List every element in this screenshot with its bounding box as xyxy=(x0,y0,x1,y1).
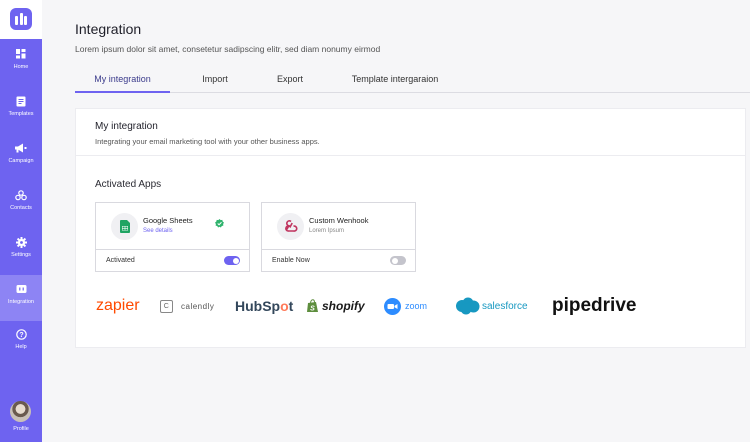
card-title: My integration xyxy=(95,121,158,132)
toggle-knob xyxy=(232,257,239,264)
app-card-custom-webhook: Custom Wenhook Lorem Ipsum Enable Now xyxy=(261,202,416,272)
sidebar-item-settings[interactable]: Settings xyxy=(0,228,42,274)
sidebar-item-help[interactable]: ? Help xyxy=(0,320,42,366)
calendly-wordmark: calendly xyxy=(181,301,215,311)
tab-my-integration[interactable]: My integration xyxy=(75,66,170,93)
logo-area xyxy=(0,0,42,39)
webhook-icon xyxy=(277,213,304,240)
shopify-bag-icon: S xyxy=(307,299,319,313)
profile-label: Profile xyxy=(13,426,29,432)
sidebar-item-label: Templates xyxy=(8,111,34,117)
card-header: My integration Integrating your email ma… xyxy=(76,109,745,156)
zoom-wordmark: zoom xyxy=(405,301,428,311)
pipedrive-logo[interactable]: pipedrive xyxy=(552,295,636,317)
app-card-google-sheets: Google Sheets See details Activated xyxy=(95,202,250,272)
megaphone-icon xyxy=(0,141,42,155)
tab-bar: My integration Import Export Template in… xyxy=(75,66,750,93)
sidebar: Home Templates Campaign Contacts Setting… xyxy=(0,0,42,442)
sidebar-item-contacts[interactable]: Contacts xyxy=(0,181,42,227)
see-details-link[interactable]: See details xyxy=(143,228,173,234)
sidebar-item-label: Contacts xyxy=(10,205,32,211)
card-description: Integrating your email marketing tool wi… xyxy=(95,137,320,146)
sidebar-item-label: Campaign xyxy=(8,158,34,164)
enable-now-label[interactable]: Enable Now xyxy=(272,257,310,264)
salesforce-logo[interactable]: salesforce xyxy=(454,295,528,317)
svg-text:?: ? xyxy=(19,332,23,339)
sidebar-item-label: Settings xyxy=(11,252,31,258)
app-name: Custom Wenhook xyxy=(309,216,369,225)
shopify-wordmark: shopify xyxy=(322,299,365,313)
salesforce-cloud-icon xyxy=(454,297,480,315)
activated-apps-heading: Activated Apps xyxy=(95,179,162,190)
app-status-label: Activated xyxy=(106,257,135,264)
salesforce-wordmark: salesforce xyxy=(482,300,528,312)
tab-import[interactable]: Import xyxy=(190,66,240,93)
avatar[interactable] xyxy=(10,401,31,422)
hubspot-sprocket: o xyxy=(280,298,289,314)
sidebar-item-label: Help xyxy=(15,344,27,350)
svg-text:S: S xyxy=(310,306,315,313)
app-name: Google Sheets xyxy=(143,216,193,225)
calendly-mark: C xyxy=(160,299,173,313)
app-card-body: Custom Wenhook Lorem Ipsum xyxy=(262,203,415,250)
page-title: Integration xyxy=(75,21,142,37)
hubspot-logo[interactable]: HubSp o t xyxy=(235,295,293,317)
gear-icon xyxy=(0,235,42,249)
tab-export[interactable]: Export xyxy=(265,66,315,93)
app-toggle-switch[interactable] xyxy=(390,256,406,265)
contacts-icon xyxy=(0,188,42,202)
pipedrive-wordmark: pipedrive xyxy=(552,295,637,316)
integration-icon xyxy=(0,282,42,296)
app-card-body: Google Sheets See details xyxy=(96,203,249,250)
hubspot-wordmark-end: t xyxy=(288,298,294,314)
app-logo[interactable] xyxy=(10,8,32,30)
sidebar-item-label: Integration xyxy=(8,299,34,305)
verified-badge-icon xyxy=(215,215,224,233)
grid-icon xyxy=(0,47,42,61)
calendly-logo[interactable]: C calendly xyxy=(160,295,214,317)
zapier-wordmark: zapier xyxy=(96,297,140,314)
hubspot-wordmark-part: HubSp xyxy=(235,298,281,314)
integration-card: My integration Integrating your email ma… xyxy=(75,108,746,348)
google-sheets-icon xyxy=(111,213,138,240)
app-subtitle: Lorem Ipsum xyxy=(309,228,345,234)
shopify-logo[interactable]: S shopify xyxy=(307,295,365,317)
help-icon: ? xyxy=(0,327,42,341)
document-icon xyxy=(0,94,42,108)
app-toggle-switch[interactable] xyxy=(224,256,240,265)
zoom-camera-icon xyxy=(384,297,401,315)
tab-template-integration[interactable]: Template intergaraion xyxy=(345,66,445,93)
toggle-knob xyxy=(391,257,398,264)
sidebar-item-templates[interactable]: Templates xyxy=(0,87,42,133)
sidebar-item-label: Home xyxy=(13,64,29,70)
zapier-logo[interactable]: zapier xyxy=(96,295,140,317)
zoom-logo[interactable]: zoom xyxy=(384,295,427,317)
sidebar-item-integration[interactable]: Integration xyxy=(0,275,42,321)
sidebar-item-campaign[interactable]: Campaign xyxy=(0,134,42,180)
sidebar-item-home[interactable]: Home xyxy=(0,40,42,86)
page-subtitle: Lorem ipsum dolor sit amet, consetetur s… xyxy=(75,44,381,54)
